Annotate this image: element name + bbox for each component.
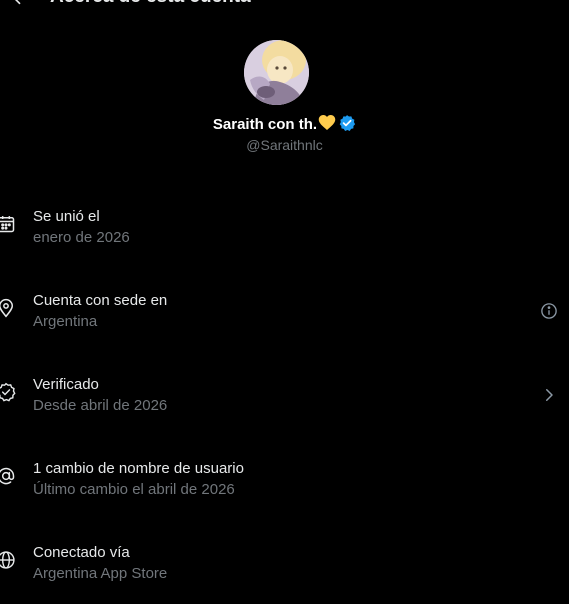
calendar-icon	[0, 216, 15, 233]
page-header: Acerca de esta cuenta	[0, 0, 569, 8]
row-title: Cuenta con sede en	[33, 292, 168, 309]
chevron-right-icon[interactable]	[540, 386, 558, 404]
verified-badge-icon[interactable]	[338, 114, 356, 132]
yellow-heart-icon	[318, 115, 336, 130]
location-pin-icon	[0, 298, 14, 318]
row-title: Se unió el	[33, 208, 100, 225]
username-handle: @Saraithnlc	[246, 137, 323, 153]
row-title: 1 cambio de nombre de usuario	[33, 460, 244, 477]
avatar[interactable]	[244, 40, 309, 105]
info-row-joined: Se unió el enero de 2026	[0, 208, 569, 268]
display-name: Saraith con th.	[212, 116, 318, 133]
row-subtitle: Argentina App Store	[33, 565, 168, 582]
row-title: Conectado vía	[33, 544, 130, 561]
info-icon[interactable]	[540, 302, 558, 320]
avatar-image	[244, 40, 309, 105]
row-subtitle: Desde abril de 2026	[33, 397, 168, 414]
at-sign-icon	[0, 467, 15, 485]
info-row-connected-via: Conectado vía Argentina App Store	[0, 544, 569, 604]
page-title: Acerca de esta cuenta	[50, 0, 251, 8]
display-name-row: Saraith con th.	[0, 114, 569, 133]
info-row-username-changes: 1 cambio de nombre de usuario Último cam…	[0, 460, 569, 520]
row-title: Verificado	[33, 376, 99, 393]
row-subtitle: enero de 2026	[33, 229, 130, 246]
verified-check-icon	[0, 382, 16, 402]
row-subtitle: Último cambio el abril de 2026	[33, 481, 235, 498]
info-row-verified[interactable]: Verificado Desde abril de 2026	[0, 376, 569, 436]
globe-icon	[0, 551, 15, 569]
row-subtitle: Argentina	[33, 313, 98, 330]
info-row-based-in: Cuenta con sede en Argentina	[0, 292, 569, 352]
back-arrow-icon[interactable]	[10, 0, 30, 8]
